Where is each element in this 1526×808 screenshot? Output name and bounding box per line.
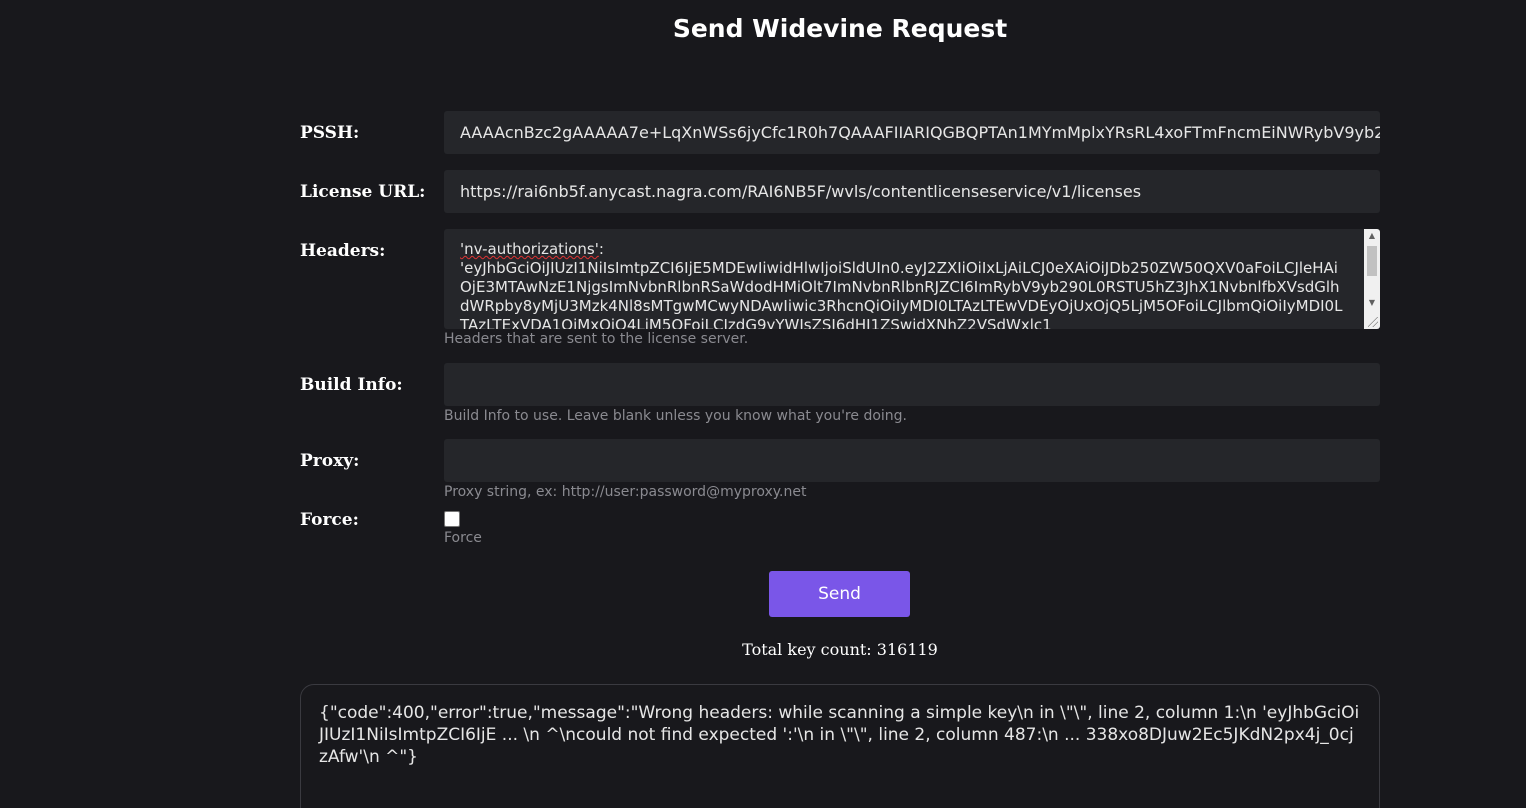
force-label: Force: [300,510,359,530]
headers-field-wrap: 'nv-authorizations': 'eyJhbGciOiJIUzI1Ni… [444,229,1380,348]
proxy-field-wrap: Proxy string, ex: http://user:password@m… [444,439,1380,501]
proxy-label: Proxy: [300,451,360,471]
force-row: Force: Force [300,508,1380,547]
headers-hint: Headers that are sent to the license ser… [444,331,749,347]
proxy-row: Proxy: Proxy string, ex: http://user:pas… [300,439,1380,508]
headers-scroll-thumb[interactable] [1367,246,1377,276]
license-url-field-wrap: https://rai6nb5f.anycast.nagra.com/RAI6N… [444,170,1380,213]
headers-key-text: 'nv-authorizations' [460,240,599,258]
pssh-label: PSSH: [300,123,360,143]
headers-row: Headers: 'nv-authorizations': 'eyJhbGciO… [300,229,1380,363]
build-info-hint: Build Info to use. Leave blank unless yo… [444,408,907,424]
build-info-field-wrap: Build Info to use. Leave blank unless yo… [444,363,1380,425]
license-url-input[interactable]: https://rai6nb5f.anycast.nagra.com/RAI6N… [444,170,1380,213]
scroll-down-icon[interactable]: ▼ [1364,296,1380,310]
headers-scrollbar[interactable]: ▲ ▼ [1364,229,1380,329]
pssh-field-wrap: AAAAcnBzc2gAAAAA7e+LqXnWSs6jyCfc1R0h7QAA… [444,111,1380,154]
resize-grip-icon[interactable] [1368,317,1378,327]
license-url-label: License URL: [300,182,426,202]
build-info-input[interactable] [444,363,1380,406]
force-checkbox[interactable] [444,511,460,527]
pssh-input[interactable]: AAAAcnBzc2gAAAAA7e+LqXnWSs6jyCfc1R0h7QAA… [444,111,1380,154]
build-info-row: Build Info: Build Info to use. Leave bla… [300,363,1380,439]
page: Send Widevine Request PSSH: AAAAcnBzc2gA… [0,0,1526,808]
force-hint: Force [444,530,482,546]
total-key-count: Total key count: 316119 [742,640,938,659]
build-info-label: Build Info: [300,375,403,395]
headers-label: Headers: [300,241,386,261]
pssh-row: PSSH: AAAAcnBzc2gAAAAA7e+LqXnWSs6jyCfc1R… [300,111,1380,170]
headers-textarea-content: 'nv-authorizations': 'eyJhbGciOiJIUzI1Ni… [460,240,1344,329]
proxy-input[interactable] [444,439,1380,482]
send-button[interactable]: Send [769,571,910,617]
scroll-up-icon[interactable]: ▲ [1364,229,1380,243]
proxy-hint: Proxy string, ex: http://user:password@m… [444,484,807,500]
license-url-row: License URL: https://rai6nb5f.anycast.na… [300,170,1380,229]
response-output: {"code":400,"error":true,"message":"Wron… [300,684,1380,808]
widevine-form: PSSH: AAAAcnBzc2gAAAAA7e+LqXnWSs6jyCfc1R… [300,111,1380,547]
page-title: Send Widevine Request [672,14,1008,43]
force-field-wrap: Force [444,508,1380,547]
headers-textarea[interactable]: 'nv-authorizations': 'eyJhbGciOiJIUzI1Ni… [444,229,1380,329]
